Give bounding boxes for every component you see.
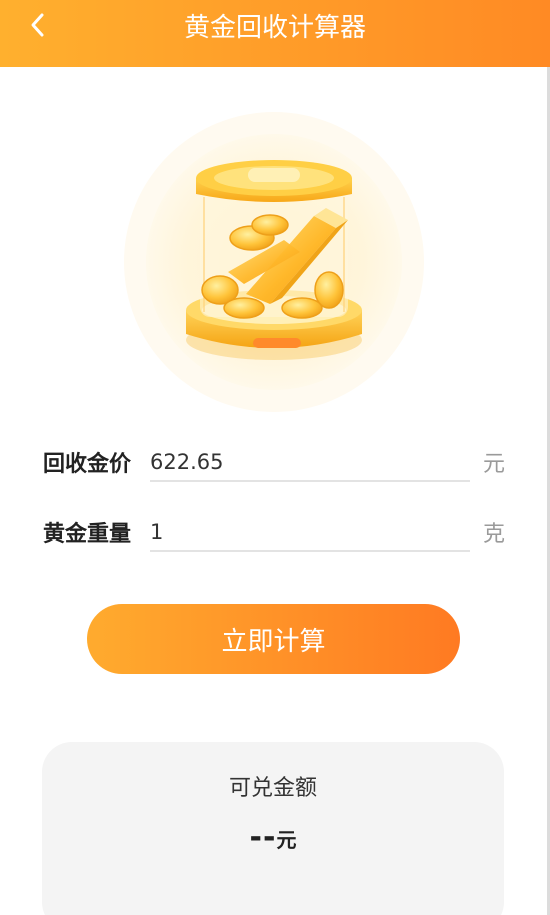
calculate-button[interactable]: 立即计算 (87, 604, 460, 674)
price-input[interactable] (150, 446, 470, 482)
weight-row: 黄金重量 克 (43, 516, 505, 556)
price-label: 回收金价 (43, 452, 132, 477)
weight-input[interactable] (150, 516, 470, 552)
base-slot (253, 338, 301, 348)
result-card: 可兑金额 --元 (42, 742, 504, 915)
price-unit: 元 (482, 452, 505, 477)
weight-unit: 克 (482, 522, 505, 547)
gold-jar-illustration (104, 112, 444, 412)
price-row: 回收金价 元 (43, 446, 505, 486)
result-value: -- (249, 820, 277, 855)
result-label: 可兑金额 (228, 776, 317, 801)
gold-calculator-page: 黄金回收计算器 回收金价 622.65 元 黄金重量 1 克 立即计算 可兑金额… (0, 0, 550, 915)
result-value-wrapper: --元 (42, 820, 504, 855)
app-header: 黄金回收计算器 (0, 0, 550, 67)
page-title: 黄金回收计算器 (183, 13, 366, 43)
result-unit: 元 (276, 828, 297, 852)
weight-label: 黄金重量 (43, 522, 132, 547)
